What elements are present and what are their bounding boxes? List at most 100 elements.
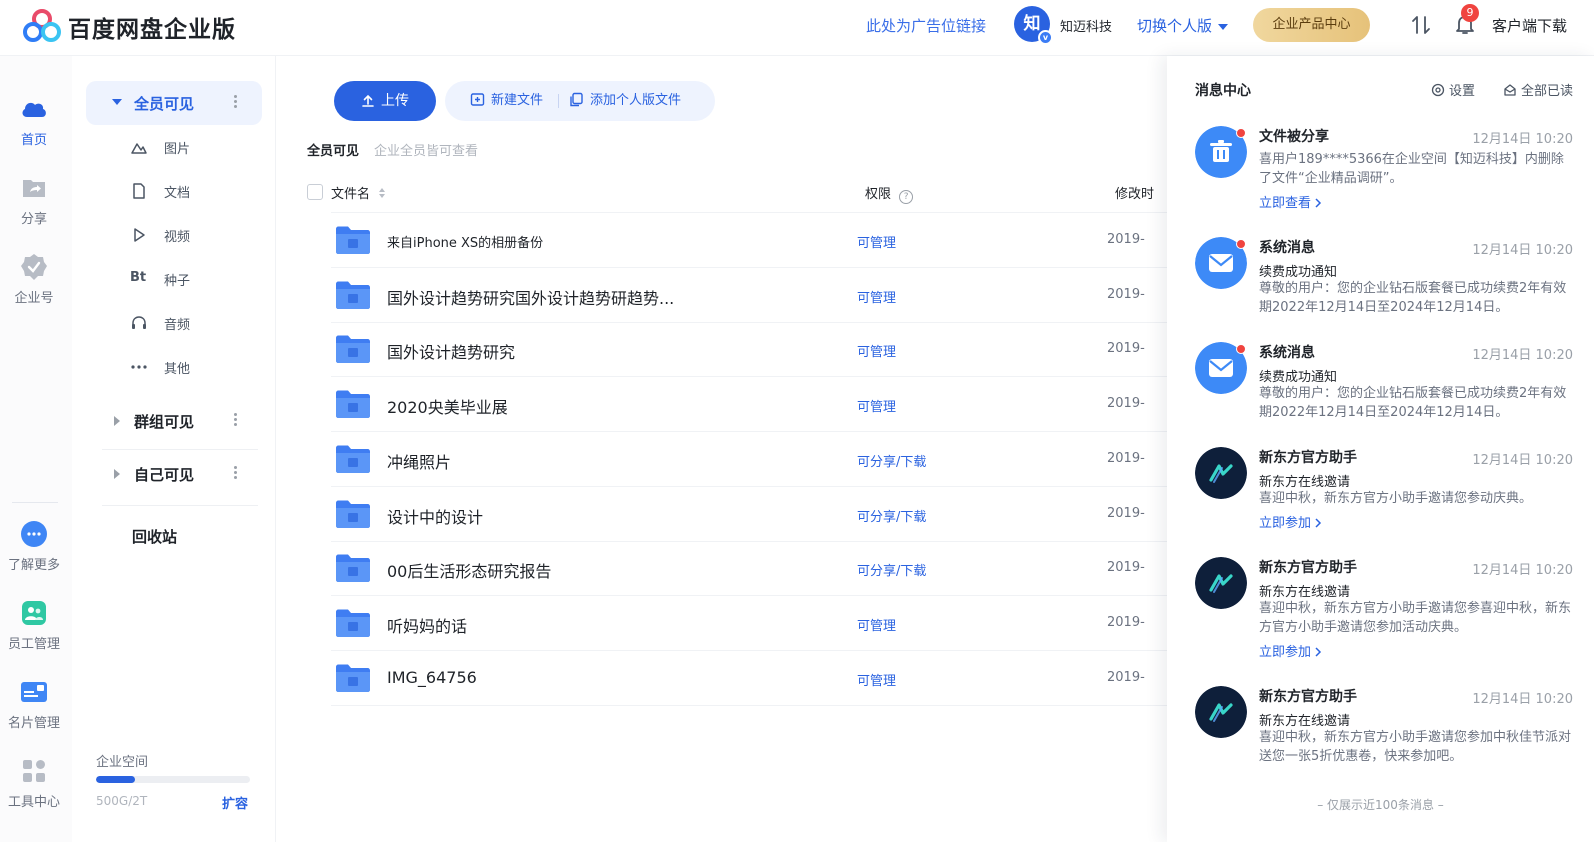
add-personal-files-button[interactable]: 添加个人版文件 (569, 81, 681, 121)
new-file-button[interactable]: 新建文件 (470, 81, 543, 121)
rail-item-staff[interactable]: 员工管理 (0, 598, 68, 652)
rail-item-cards[interactable]: 名片管理 (0, 677, 68, 731)
message-title: 新东方官方助手 (1259, 560, 1357, 576)
folder-icon (336, 390, 370, 419)
caret-right-icon (114, 416, 120, 426)
settings-label: 设置 (1449, 84, 1476, 99)
org-avatar[interactable]: 知 v (1014, 6, 1053, 45)
ad-link[interactable]: 此处为广告位链接 (866, 15, 986, 36)
video-icon (134, 228, 145, 242)
sub-item-images[interactable]: 图片 (130, 132, 260, 162)
col-perm-label: 权限 (865, 187, 892, 202)
table-row[interactable]: 国外设计趋势研究 可管理 2019- (331, 322, 1167, 378)
table-row[interactable]: 国外设计趋势研究国外设计趋势研趋势... 可管理 2019- (331, 268, 1167, 323)
client-download-link[interactable]: 客户端下载 (1492, 15, 1567, 36)
table-row[interactable]: 设计中的设计 可分享/下载 2019- (331, 487, 1167, 542)
table-row[interactable]: 来自iPhone XS的相册备份 可管理 2019- (331, 213, 1167, 268)
message-title: 新东方官方助手 (1259, 689, 1357, 705)
message-settings-button[interactable]: 设置 (1431, 80, 1475, 99)
file-name[interactable]: 国外设计趋势研究 (387, 339, 515, 363)
file-permission: 可分享/下载 (857, 454, 927, 470)
upload-button[interactable]: 上传 (334, 81, 436, 121)
table-row[interactable]: 2020央美毕业展 可管理 2019- (331, 377, 1167, 433)
rail-item-learn-more[interactable]: 了解更多 (0, 519, 68, 573)
baidu-netdisk-logo-icon[interactable] (20, 8, 64, 44)
message-time: 12月14日 10:20 (1472, 692, 1573, 707)
rail-divider (12, 502, 58, 503)
rail-item-tools[interactable]: 工具中心 (0, 756, 68, 810)
message-time: 12月14日 10:20 (1472, 132, 1573, 147)
file-name[interactable]: 来自iPhone XS的相册备份 (387, 232, 543, 251)
storage-progress (96, 776, 250, 783)
file-name[interactable]: 国外设计趋势研究国外设计趋势研趋势... (387, 285, 674, 309)
main-content: 上传 新建文件 添加个人版文件 全员可见 企业全员皆可查看 文件名 权限 ? 修… (277, 56, 1167, 842)
category-label: 全员可见 (134, 95, 195, 113)
document-icon (133, 183, 145, 199)
folder-icon (336, 281, 370, 309)
file-permission: 可管理 (857, 236, 897, 251)
sub-item-other[interactable]: 其他 (130, 352, 260, 382)
table-row[interactable]: IMG_64756 可管理 2019- (331, 651, 1167, 706)
switch-personal-button[interactable]: 切换个人版 (1137, 15, 1229, 36)
file-name[interactable]: 冲绳照片 (387, 449, 451, 473)
share-folder-icon (23, 180, 45, 197)
recycle-bin[interactable]: 回收站 (132, 526, 177, 547)
headphones-icon (132, 316, 146, 329)
product-center-button[interactable]: 企业产品中心 (1253, 8, 1370, 42)
scope-title: 全员可见 (307, 144, 360, 159)
message-action-link[interactable]: 立即参加 (1259, 641, 1322, 660)
sub-item-audio[interactable]: 音频 (130, 308, 260, 338)
people-icon (22, 601, 46, 625)
file-name[interactable]: 2020央美毕业展 (387, 394, 508, 418)
mark-all-read-button[interactable]: 全部已读 (1503, 80, 1573, 99)
add-personal-label: 添加个人版文件 (590, 93, 682, 108)
message-action-link[interactable]: 立即参加 (1259, 512, 1322, 531)
category-group-visible[interactable]: 群组可见 (86, 399, 262, 443)
file-name[interactable]: 设计中的设计 (387, 504, 483, 528)
file-name[interactable]: IMG_64756 (387, 668, 477, 687)
chevron-right-icon (1315, 647, 1322, 657)
col-modified-header[interactable]: 修改时 (1115, 183, 1154, 202)
sub-item-video[interactable]: 视频 (130, 220, 260, 250)
file-name[interactable]: 听妈妈的话 (387, 613, 467, 637)
verified-badge-icon: v (1038, 30, 1053, 45)
more-vertical-icon[interactable] (232, 464, 238, 484)
org-name[interactable]: 知迈科技 (1060, 16, 1112, 35)
more-vertical-icon[interactable] (232, 93, 238, 113)
table-row[interactable]: 冲绳照片 可分享/下载 2019- (331, 432, 1167, 487)
transfer-icon[interactable] (1410, 13, 1432, 37)
more-vertical-icon[interactable] (232, 411, 238, 431)
message-action-link[interactable]: 立即查看 (1259, 192, 1322, 211)
file-permission: 可管理 (857, 673, 897, 689)
file-permission: 可分享/下载 (857, 564, 927, 580)
message-subtitle: 续费成功通知 (1259, 370, 1338, 385)
category-self-visible[interactable]: 自己可见 (86, 452, 262, 496)
table-row[interactable]: 00后生活形态研究报告 可分享/下载 2019- (331, 541, 1167, 597)
message-body: 喜用户189****5366在企业空间【知迈科技】内删除了文件“企业精品调研”。 (1259, 152, 1564, 186)
file-modified: 2019- (1107, 286, 1145, 302)
message-body: 尊敬的用户：您的企业钻石版套餐已成功续费2年有效期2022年12月14日至202… (1259, 386, 1567, 420)
folder-icon (336, 335, 370, 364)
select-all-checkbox[interactable] (307, 184, 323, 200)
rail-item-share[interactable]: 分享 (0, 173, 68, 227)
help-icon[interactable]: ? (899, 190, 914, 204)
sub-item-label: 图片 (164, 142, 191, 157)
sub-item-docs[interactable]: 文档 (130, 176, 260, 206)
cloud-icon (22, 102, 46, 117)
message-action-label: 立即参加 (1259, 516, 1312, 531)
file-modified: 2019- (1107, 505, 1145, 521)
new-file-label: 新建文件 (491, 93, 544, 108)
rail-item-home[interactable]: 首页 (0, 94, 68, 148)
image-icon (131, 143, 147, 154)
caret-down-icon (112, 99, 122, 105)
read-all-label: 全部已读 (1521, 84, 1574, 99)
rail-item-enterprise[interactable]: 企业号 (0, 252, 68, 306)
file-name[interactable]: 00后生活形态研究报告 (387, 558, 551, 582)
sub-item-torrent[interactable]: Bt 种子 (130, 264, 260, 294)
expand-storage-link[interactable]: 扩容 (222, 793, 248, 812)
table-row[interactable]: 听妈妈的话 可管理 2019- (331, 596, 1167, 651)
category-all-visible[interactable]: 全员可见 (86, 81, 262, 125)
file-modified: 2019- (1107, 341, 1145, 357)
col-name-header[interactable]: 文件名 (331, 183, 386, 202)
sub-item-label: 视频 (164, 230, 191, 245)
